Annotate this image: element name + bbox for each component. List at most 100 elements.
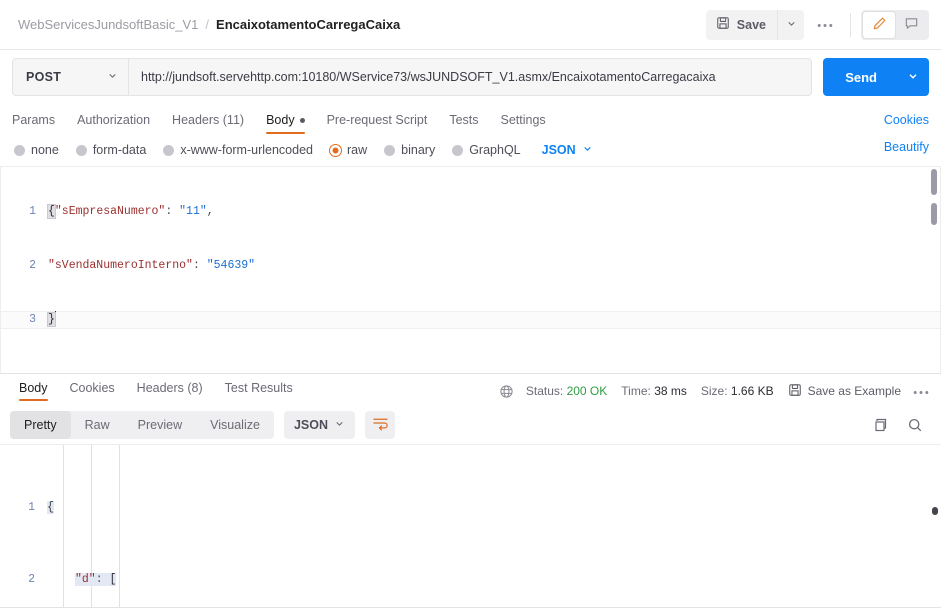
postman-request-view: WebServicesJundsoftBasic_V1 / Encaixotam… [0,0,941,608]
time-label: Time: [621,384,651,398]
scrollbar-thumb[interactable] [931,169,937,195]
chevron-down-icon [786,17,797,32]
view-raw-button[interactable]: Raw [71,411,124,439]
beautify-link[interactable]: Beautify [884,140,929,161]
code-row: 1 {"sEmpresaNumero": "11", [1,203,940,221]
radio-icon [14,144,25,156]
response-tab-label: Test Results [224,381,293,395]
tab-label: Headers (11) [172,113,245,127]
word-wrap-button[interactable] [365,411,395,439]
size-badge: Size: 1.66 KB [701,384,774,398]
status-label: Status: [525,384,564,398]
code-line: } [47,311,940,329]
tab-settings[interactable]: Settings [501,113,546,134]
tab-body[interactable]: Body [266,113,305,134]
search-icon[interactable] [907,417,923,433]
code-row: 1 { [0,499,941,517]
save-as-example-button[interactable]: Save as Example [788,383,901,400]
response-more-button[interactable] [913,384,929,398]
body-format-select[interactable]: JSON [542,143,593,157]
globe-icon[interactable] [499,384,514,399]
code-row-active: 3 } [1,311,940,329]
http-method-label: POST [26,70,62,84]
response-body-editor[interactable]: 1 { 2 "d": [ 3 { 4 "__type": "wsJUNDSOFT… [0,444,941,608]
code-line: {"sEmpresaNumero": "11", [47,203,940,221]
response-format-select[interactable]: JSON [283,411,355,439]
tab-label: Tests [449,113,479,127]
copy-icon[interactable] [873,417,889,433]
status-badge: Status: 200 OK [526,384,607,398]
line-number: 2 [28,573,35,586]
response-header: Body Cookies Headers (8) Test Results St… [0,376,941,406]
chevron-down-icon [107,70,118,84]
view-preview-button[interactable]: Preview [124,411,196,439]
pencil-icon [872,16,887,34]
chevron-down-icon [334,418,345,432]
body-type-urlencoded[interactable]: x-www-form-urlencoded [163,143,313,157]
body-type-form-data[interactable]: form-data [75,143,146,157]
tab-label: Settings [500,113,546,127]
scrollbar-thumb-secondary[interactable] [931,203,937,225]
body-type-raw[interactable]: raw [330,143,367,157]
breadcrumb-collection[interactable]: WebServicesJundsoftBasic_V1 [18,17,198,32]
save-options-caret[interactable] [777,9,804,40]
punct-token: , [206,205,214,218]
radio-icon [75,144,87,156]
cookies-link[interactable]: Cookies [884,113,929,134]
radio-icon [163,144,175,156]
view-pretty-button[interactable]: Pretty [10,411,71,439]
header-actions: Save [705,9,929,40]
response-tab-cookies[interactable]: Cookies [70,381,115,401]
body-type-binary[interactable]: binary [384,143,435,157]
save-button[interactable]: Save [705,9,777,40]
request-header: WebServicesJundsoftBasic_V1 / Encaixotam… [0,0,941,50]
size-label: Size: [700,384,728,398]
body-format-label: JSON [541,143,576,157]
comment-button[interactable] [895,12,927,38]
request-editor-scrollbar[interactable] [928,167,940,373]
line-number: 2 [29,259,36,272]
send-button[interactable]: Send [823,58,897,96]
unsaved-dot-icon [299,117,305,123]
body-type-none[interactable]: none [14,143,59,157]
line-number: 1 [28,501,35,514]
response-tab-test-results[interactable]: Test Results [225,381,293,401]
tab-label: Body [266,113,295,127]
request-body-editor[interactable]: 1 {"sEmpresaNumero": "11", 2 "sVendaNume… [0,166,941,374]
request-tab-bar: Params Authorization Headers (11) Body P… [0,104,941,134]
view-visualize-button[interactable]: Visualize [196,411,274,439]
response-tab-headers[interactable]: Headers (8) [137,381,203,401]
code-line: { [46,499,941,517]
punct-token: : [95,573,110,586]
body-type-graphql[interactable]: GraphQL [452,143,521,157]
radio-label: raw [347,143,368,157]
tab-tests[interactable]: Tests [449,113,478,134]
time-value: 38 ms [654,384,687,398]
radio-icon [452,144,464,156]
response-format-label: JSON [293,418,328,432]
scrollbar-thumb[interactable] [932,507,938,515]
edit-mode-button[interactable] [863,11,895,38]
body-type-row: none form-data x-www-form-urlencoded raw… [0,134,941,166]
response-view-switcher: Pretty Raw Preview Visualize [10,411,274,439]
response-toolbar-actions [873,417,929,433]
more-options-button[interactable] [810,10,840,40]
http-method-select[interactable]: POST [12,58,128,96]
chevron-down-icon [907,70,919,85]
response-tab-label: Headers (8) [136,381,203,395]
radio-label: binary [401,143,436,157]
key-token: "sVendaNumeroInterno" [48,259,193,272]
request-url-input[interactable] [128,58,813,96]
radio-icon-selected [330,144,341,156]
tab-pre-request-script[interactable]: Pre-request Script [327,113,428,134]
tab-authorization[interactable]: Authorization [77,113,150,134]
tab-headers[interactable]: Headers (11) [172,113,244,134]
save-button-label: Save [736,17,766,32]
text-cursor [54,311,57,324]
response-editor-scrollbar[interactable] [929,445,941,607]
send-options-caret[interactable] [897,58,929,96]
response-tab-body[interactable]: Body [19,381,48,401]
tab-params[interactable]: Params [12,113,55,134]
punct-token: : [192,259,207,272]
brace-token: } [47,312,56,327]
